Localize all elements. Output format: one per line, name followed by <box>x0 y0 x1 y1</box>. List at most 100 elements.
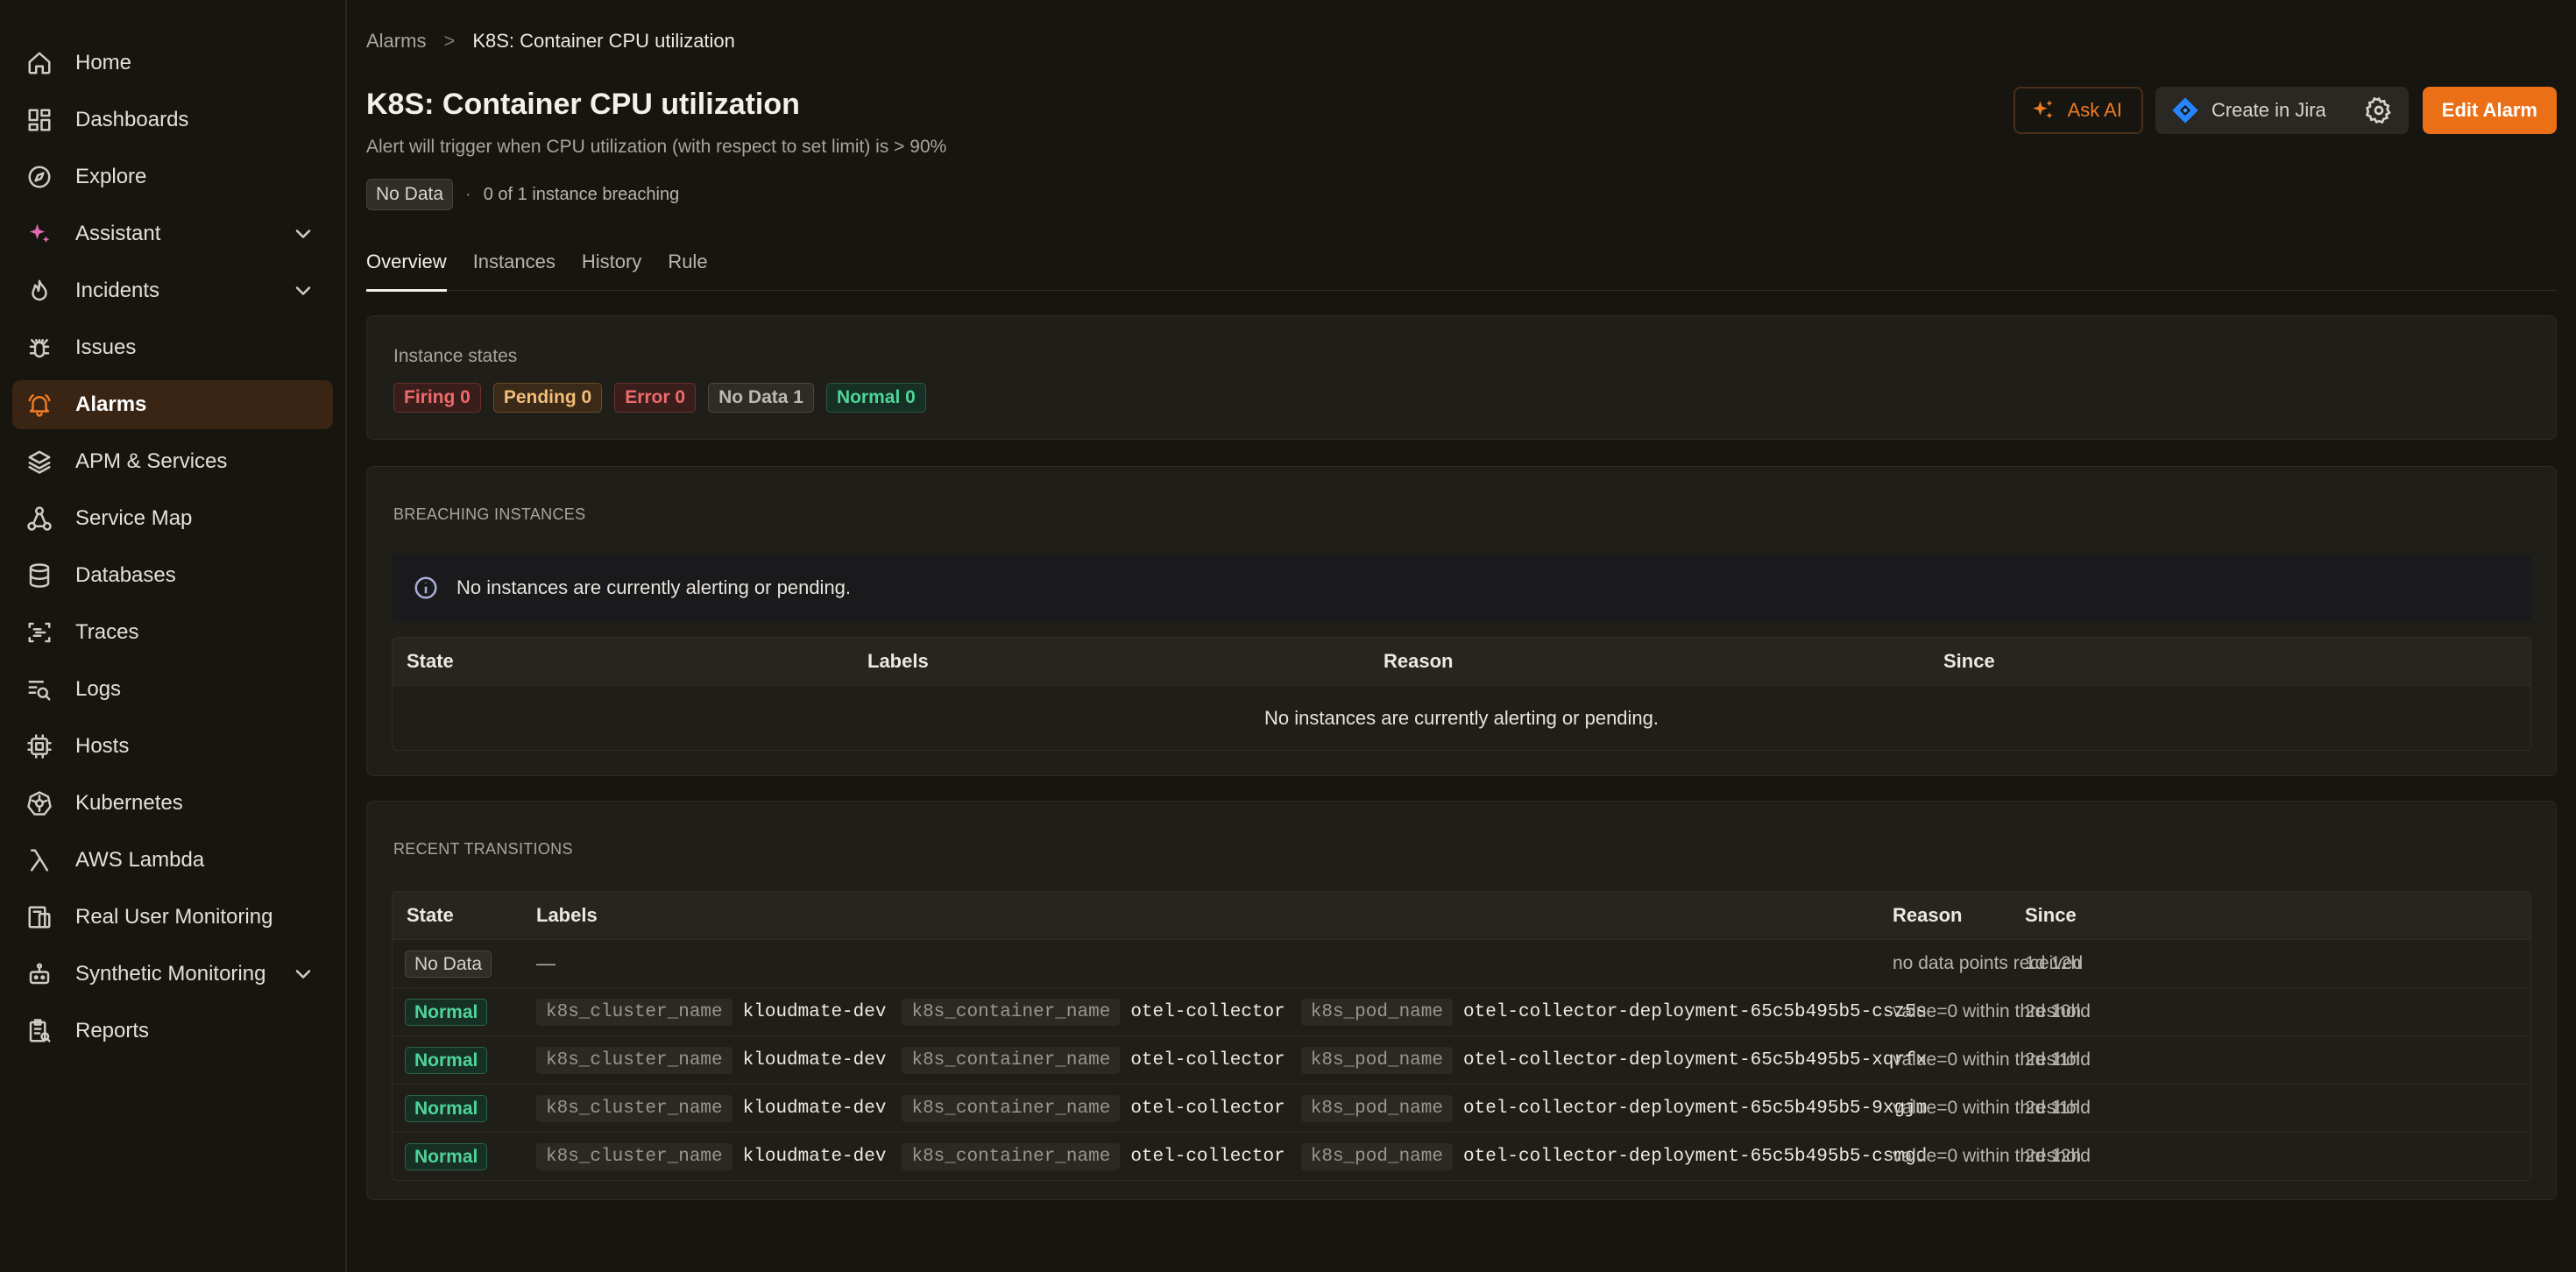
label-key: k8s_cluster_name <box>536 1142 732 1170</box>
separator-dot: · <box>465 184 471 204</box>
sidebar-item-traces[interactable]: Traces <box>12 608 333 657</box>
trace-icon <box>26 619 53 646</box>
table-row[interactable]: No Data — no data points received 1d 12h <box>393 939 2530 987</box>
table-row[interactable]: Normal k8s_cluster_name kloudmate-dev k8s… <box>393 1084 2530 1132</box>
sidebar-item-databases[interactable]: Databases <box>12 551 333 600</box>
kubernetes-icon <box>26 790 53 816</box>
label-key: k8s_container_name <box>902 998 1121 1026</box>
breadcrumb-parent[interactable]: Alarms <box>366 30 426 53</box>
table-row[interactable]: Normal k8s_cluster_name kloudmate-dev k8s… <box>393 1132 2530 1180</box>
layers-icon <box>26 449 53 475</box>
chevron-down-icon[interactable] <box>291 279 315 303</box>
sidebar-item-logs[interactable]: Logs <box>12 665 333 714</box>
sidebar-item-issues[interactable]: Issues <box>12 323 333 372</box>
sidebar-item-label: Databases <box>75 563 176 587</box>
normal-chip: Normal 0 <box>825 383 926 413</box>
sidebar-item-home[interactable]: Home <box>12 39 333 88</box>
empty-state: No instances are currently alerting or p… <box>393 685 2530 750</box>
label-key: k8s_pod_name <box>1300 1046 1453 1074</box>
sidebar: Home Dashboards Explore Assistant Incide… <box>0 0 347 1272</box>
sidebar-item-label: Real User Monitoring <box>75 905 273 929</box>
label-key: k8s_pod_name <box>1300 1142 1453 1170</box>
tab-overview[interactable]: Overview <box>366 251 447 292</box>
state-badge: Normal <box>405 1047 488 1074</box>
sidebar-item-label: AWS Lambda <box>75 848 205 872</box>
tab-bar: Overview Instances History Rule <box>366 251 2557 292</box>
sidebar-item-label: Alarms <box>75 392 147 416</box>
firing-chip: Firing 0 <box>393 383 481 413</box>
sidebar-item-label: Kubernetes <box>75 791 183 815</box>
sidebar-item-assistant[interactable]: Assistant <box>12 209 333 258</box>
sidebar-item-label: Home <box>75 51 132 74</box>
pending-chip: Pending 0 <box>492 383 603 413</box>
sidebar-item-service-map[interactable]: Service Map <box>12 494 333 543</box>
status-row: No Data · 0 of 1 instance breaching <box>366 179 679 210</box>
sidebar-item-real-user-monitoring[interactable]: Real User Monitoring <box>12 893 333 942</box>
ask-ai-button[interactable]: Ask AI <box>2013 87 2143 134</box>
section-title: BREACHING INSTANCES <box>393 505 586 523</box>
error-chip: Error 0 <box>614 383 697 413</box>
sidebar-item-kubernetes[interactable]: Kubernetes <box>12 779 333 828</box>
report-icon <box>26 1018 53 1044</box>
page-title: K8S: Container CPU utilization <box>366 88 800 121</box>
bug-icon <box>26 335 53 361</box>
lambda-icon <box>26 847 53 873</box>
sidebar-item-synthetic-monitoring[interactable]: Synthetic Monitoring <box>12 950 333 999</box>
column-header: Since <box>1943 650 1995 672</box>
sidebar-item-hosts[interactable]: Hosts <box>12 722 333 771</box>
column-header: Labels <box>867 650 929 672</box>
label-value: otel-collector-deployment-65c5b495b5-csz… <box>1462 1001 1928 1022</box>
breaching-count: 0 of 1 instance breaching <box>483 184 680 204</box>
label-key: k8s_pod_name <box>1300 1094 1453 1122</box>
jira-group: Create in Jira <box>2155 87 2409 134</box>
logs-search-icon <box>26 676 53 703</box>
sparkle-icon <box>2032 100 2053 119</box>
create-in-jira-button[interactable]: Create in Jira <box>2212 99 2326 122</box>
tab-rule[interactable]: Rule <box>668 251 707 291</box>
table-row[interactable]: Normal k8s_cluster_name kloudmate-dev k8s… <box>393 1035 2530 1084</box>
label-value: otel-collector <box>1130 1098 1285 1119</box>
sidebar-item-label: Explore <box>75 165 147 188</box>
sidebar-item-incidents[interactable]: Incidents <box>12 266 333 315</box>
label-key: k8s_container_name <box>902 1046 1121 1074</box>
chevron-down-icon[interactable] <box>291 222 315 246</box>
label-value: otel-collector-deployment-65c5b495b5-xqr… <box>1462 1049 1928 1071</box>
robot-icon <box>26 961 53 987</box>
state-chips: Firing 0 Pending 0 Error 0 No Data 1 Nor… <box>393 383 2530 413</box>
tab-instances[interactable]: Instances <box>473 251 556 291</box>
recent-transitions-panel: RECENT TRANSITIONS State Labels Reason S… <box>366 801 2557 1200</box>
sidebar-item-aws-lambda[interactable]: AWS Lambda <box>12 836 333 885</box>
since: 2d 12h <box>2025 1146 2082 1166</box>
info-text: No instances are currently alerting or p… <box>456 576 852 598</box>
label-value: otel-collector <box>1130 1049 1285 1071</box>
gear-icon[interactable] <box>2365 96 2393 124</box>
column-header: Since <box>2025 904 2077 926</box>
breadcrumb-current: K8S: Container CPU utilization <box>472 30 735 52</box>
sidebar-item-explore[interactable]: Explore <box>12 152 333 201</box>
label-key: k8s_cluster_name <box>536 1094 732 1122</box>
sidebar-item-reports[interactable]: Reports <box>12 1007 333 1056</box>
table-row[interactable]: Normal k8s_cluster_name kloudmate-dev k8s… <box>393 987 2530 1035</box>
status-badge: No Data <box>366 179 454 210</box>
sidebar-item-apm-services[interactable]: APM & Services <box>12 437 333 486</box>
label-key: k8s_container_name <box>902 1142 1121 1170</box>
sidebar-item-alarms[interactable]: Alarms <box>12 380 333 429</box>
sidebar-item-label: APM & Services <box>75 449 228 473</box>
chevron-down-icon[interactable] <box>291 962 315 986</box>
label-value: kloudmate-dev <box>742 1001 887 1022</box>
breaching-table: State Labels Reason Since No instances a… <box>392 637 2531 751</box>
label-value: otel-collector-deployment-65c5b495b5-9xg… <box>1462 1098 1928 1119</box>
sparkle-icon <box>26 221 53 247</box>
no-data-chip: No Data 1 <box>708 383 814 413</box>
label-value: otel-collector <box>1130 1001 1285 1022</box>
cpu-icon <box>26 733 53 760</box>
tab-history[interactable]: History <box>582 251 641 291</box>
home-icon <box>26 50 53 76</box>
column-header: State <box>407 904 454 926</box>
label-value: kloudmate-dev <box>742 1098 887 1119</box>
edit-alarm-button[interactable]: Edit Alarm <box>2422 87 2557 134</box>
sidebar-item-label: Issues <box>75 336 137 359</box>
sidebar-item-dashboards[interactable]: Dashboards <box>12 95 333 145</box>
table-header: State Labels Reason Since <box>393 638 2530 685</box>
info-icon <box>414 576 437 599</box>
